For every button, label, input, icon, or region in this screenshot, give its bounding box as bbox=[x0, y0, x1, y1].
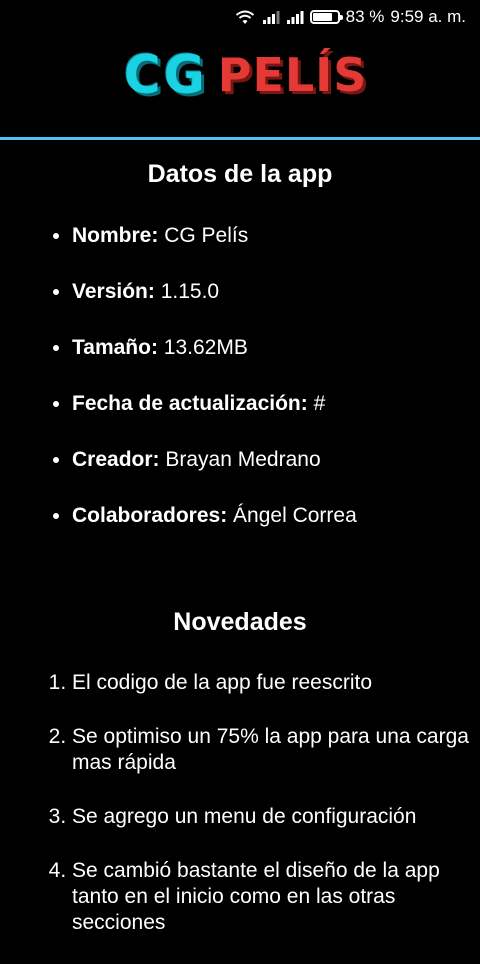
news-item: Se cambió bastante el diseño de la app t… bbox=[72, 858, 472, 936]
app-logo: CG PELÍS bbox=[124, 44, 368, 106]
info-label: Nombre: bbox=[72, 224, 159, 247]
battery-percent: 83 % bbox=[345, 7, 385, 26]
status-icons: 83 % 9:59 a. m. bbox=[234, 7, 466, 27]
logo-text-pelis: PELÍS bbox=[217, 48, 368, 102]
battery-level bbox=[312, 13, 333, 21]
info-item-creator: Creador: Brayan Medrano bbox=[72, 444, 357, 500]
info-label: Tamaño: bbox=[72, 336, 158, 359]
info-label: Fecha de actualización: bbox=[72, 392, 308, 415]
battery-icon bbox=[309, 10, 343, 24]
info-value: Brayan Medrano bbox=[165, 448, 321, 471]
news-item: Se agrego un menu de configuración bbox=[72, 804, 472, 830]
info-label: Creador: bbox=[72, 448, 160, 471]
info-item-name: Nombre: CG Pelís bbox=[72, 220, 357, 276]
info-value: 13.62MB bbox=[163, 336, 248, 359]
signal-strength-icon bbox=[262, 9, 280, 25]
clock: 9:59 a. m. bbox=[390, 7, 466, 26]
info-item-update-date: Fecha de actualización: # bbox=[72, 388, 357, 444]
info-value: CG Pelís bbox=[164, 224, 249, 247]
app-header: CG PELÍS bbox=[0, 36, 480, 140]
status-bar: 83 % 9:59 a. m. bbox=[0, 0, 480, 36]
news-item: El codigo de la app fue reescrito bbox=[72, 670, 472, 696]
app-info-list: Nombre: CG Pelís Versión: 1.15.0 Tamaño:… bbox=[0, 220, 357, 556]
info-value: 1.15.0 bbox=[160, 280, 220, 303]
signal-strength-icon-2 bbox=[286, 9, 304, 25]
info-item-collaborators: Colaboradores: Ángel Correa bbox=[72, 500, 357, 556]
info-item-version: Versión: 1.15.0 bbox=[72, 276, 357, 332]
info-value: Ángel Correa bbox=[233, 504, 357, 527]
news-item: Se optimiso un 75% la app para una carga… bbox=[72, 724, 472, 776]
info-item-size: Tamaño: 13.62MB bbox=[72, 332, 357, 388]
info-label: Versión: bbox=[72, 280, 155, 303]
news-title: Novedades bbox=[173, 608, 307, 636]
info-label: Colaboradores: bbox=[72, 504, 228, 527]
wifi-icon bbox=[234, 9, 256, 25]
news-list: El codigo de la app fue reescrito Se opt… bbox=[0, 670, 472, 964]
logo-text-cg: CG bbox=[124, 44, 208, 106]
app-info-title: Datos de la app bbox=[147, 160, 333, 188]
info-value: # bbox=[313, 392, 326, 415]
